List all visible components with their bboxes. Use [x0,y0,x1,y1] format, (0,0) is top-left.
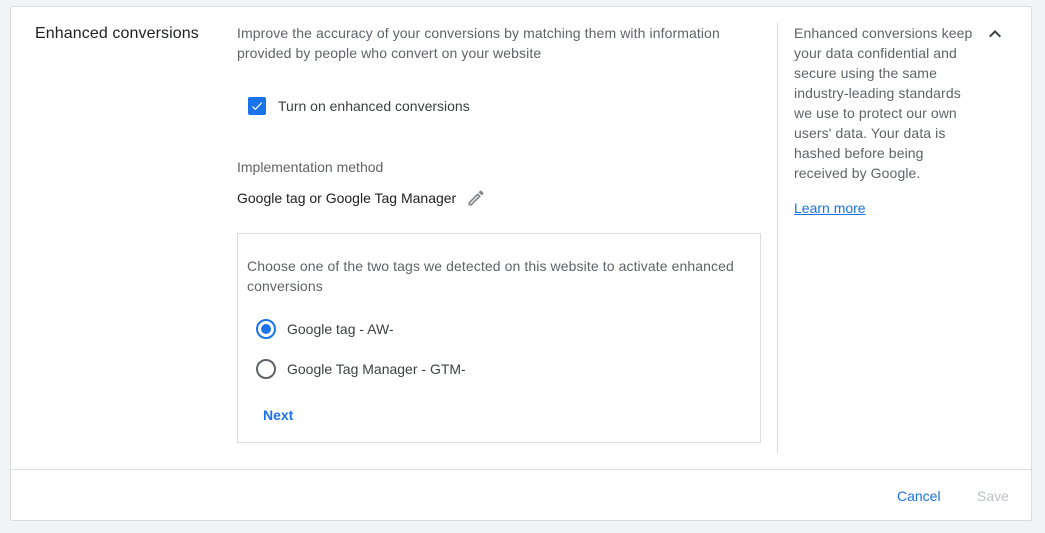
radio-button-google-tag-manager[interactable] [256,359,276,379]
radio-selected-dot [261,324,271,334]
section-description: Improve the accuracy of your conversions… [237,25,720,61]
enhanced-conversions-checkbox-row[interactable]: Turn on enhanced conversions [248,97,470,115]
implementation-method-value: Google tag or Google Tag Manager [237,190,457,206]
enhanced-conversions-checkbox[interactable] [248,97,266,115]
cancel-button[interactable]: Cancel [897,488,941,504]
save-button: Save [977,488,1009,504]
tag-selection-prompt: Choose one of the two tags we detected o… [247,258,734,294]
tag-selection-box: Choose one of the two tags we detected o… [237,233,761,443]
implementation-method-label: Implementation method [237,159,384,175]
checkbox-label: Turn on enhanced conversions [278,98,470,114]
vertical-divider [777,23,778,453]
learn-more-link[interactable]: Learn more [794,200,866,216]
section-title: Enhanced conversions [35,25,199,42]
pencil-icon[interactable] [466,188,486,208]
radio-button-google-tag[interactable] [256,319,276,339]
implementation-method-row: Google tag or Google Tag Manager [237,188,486,208]
main-content: Improve the accuracy of your conversions… [237,23,762,443]
enhanced-conversions-card: Enhanced conversions Improve the accurac… [10,6,1032,521]
chevron-up-icon[interactable] [983,22,1007,46]
radio-option-google-tag[interactable]: Google tag - AW- [256,319,394,339]
help-text: Enhanced conversions keep your data conf… [794,25,973,181]
radio-option-google-tag-manager[interactable]: Google Tag Manager - GTM- [256,359,466,379]
next-button[interactable]: Next [263,407,293,423]
radio-label-google-tag: Google tag - AW- [287,321,394,337]
radio-label-google-tag-manager: Google Tag Manager - GTM- [287,361,466,377]
footer-divider [11,469,1031,470]
check-icon [251,102,263,111]
